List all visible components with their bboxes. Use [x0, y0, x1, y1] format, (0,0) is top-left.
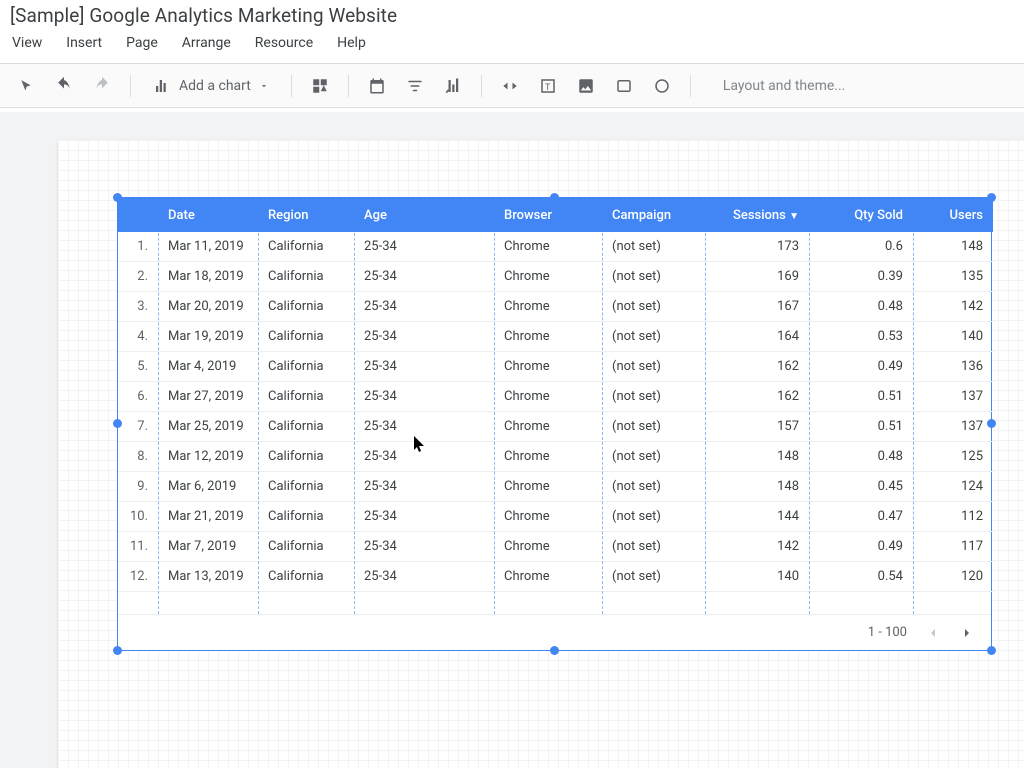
column-header-sessions[interactable]: Sessions ▼	[705, 198, 809, 232]
toolbar: Add a chart T Layout and theme...	[0, 64, 1024, 108]
column-header-campaign[interactable]: Campaign	[602, 198, 705, 232]
pager-range: 1 - 100	[868, 625, 907, 640]
table-row[interactable]: 7.Mar 25, 2019California25-34Chrome(not …	[118, 412, 993, 442]
menu-item-arrange[interactable]: Arrange	[170, 33, 243, 53]
table-row[interactable]: 10.Mar 21, 2019California25-34Chrome(not…	[118, 502, 993, 532]
selection-handle[interactable]	[987, 646, 996, 655]
table-row[interactable]: 8.Mar 12, 2019California25-34Chrome(not …	[118, 442, 993, 472]
menu-item-resource[interactable]: Resource	[243, 33, 325, 53]
data-control-icon[interactable]	[437, 70, 469, 102]
date-range-icon[interactable]	[361, 70, 393, 102]
redo-icon[interactable]	[86, 70, 118, 102]
text-icon[interactable]: T	[532, 70, 564, 102]
selection-handle[interactable]	[987, 419, 996, 428]
table-row[interactable]: 1.Mar 11, 2019California25-34Chrome(not …	[118, 232, 993, 262]
column-resize-handle[interactable]	[494, 198, 495, 614]
column-header-qty_sold[interactable]: Qty Sold	[809, 198, 913, 232]
circle-icon[interactable]	[646, 70, 678, 102]
table-row[interactable]: 9.Mar 6, 2019California25-34Chrome(not s…	[118, 472, 993, 502]
column-header-date[interactable]: Date	[158, 198, 258, 232]
app-title[interactable]: [Sample] Google Analytics Marketing Webs…	[0, 0, 1024, 29]
column-resize-handle[interactable]	[354, 198, 355, 614]
column-resize-handle[interactable]	[705, 198, 706, 614]
community-visualizations-icon[interactable]	[304, 70, 336, 102]
column-header-users[interactable]: Users	[913, 198, 993, 232]
column-resize-handle[interactable]	[158, 198, 159, 614]
column-resize-handle[interactable]	[258, 198, 259, 614]
svg-text:T: T	[545, 82, 551, 92]
toolbar-separator	[130, 75, 131, 97]
toolbar-separator	[481, 75, 482, 97]
menu-item-page[interactable]: Page	[114, 33, 170, 53]
table-row[interactable]: 5.Mar 4, 2019California25-34Chrome(not s…	[118, 352, 993, 382]
selection-handle[interactable]	[113, 193, 122, 202]
toolbar-separator	[348, 75, 349, 97]
table-row[interactable]: 12.Mar 13, 2019California25-34Chrome(not…	[118, 562, 993, 592]
column-header-rownum[interactable]	[118, 198, 158, 232]
menu-item-view[interactable]: View	[0, 33, 54, 53]
column-header-browser[interactable]: Browser	[494, 198, 602, 232]
url-embed-icon[interactable]	[494, 70, 526, 102]
filter-control-icon[interactable]	[399, 70, 431, 102]
layout-theme-button[interactable]: Layout and theme...	[723, 78, 846, 94]
table-row[interactable]: 2.Mar 18, 2019California25-34Chrome(not …	[118, 262, 993, 292]
toolbar-separator	[291, 75, 292, 97]
data-table: DateRegionAgeBrowserCampaignSessions ▼Qt…	[118, 198, 993, 592]
menu-item-insert[interactable]: Insert	[54, 33, 114, 53]
pager-prev-icon[interactable]	[925, 625, 941, 641]
table-row[interactable]: 6.Mar 27, 2019California25-34Chrome(not …	[118, 382, 993, 412]
column-resize-handle[interactable]	[602, 198, 603, 614]
image-icon[interactable]	[570, 70, 602, 102]
chevron-down-icon	[259, 81, 269, 91]
table-row[interactable]: 11.Mar 7, 2019California25-34Chrome(not …	[118, 532, 993, 562]
column-resize-handle[interactable]	[809, 198, 810, 614]
selection-handle[interactable]	[113, 419, 122, 428]
toolbar-separator	[690, 75, 691, 97]
table-chart[interactable]: DateRegionAgeBrowserCampaignSessions ▼Qt…	[117, 197, 992, 651]
table-row[interactable]: 4.Mar 19, 2019California25-34Chrome(not …	[118, 322, 993, 352]
column-header-age[interactable]: Age	[354, 198, 494, 232]
undo-icon[interactable]	[48, 70, 80, 102]
select-tool-icon[interactable]	[10, 70, 42, 102]
canvas-area: DateRegionAgeBrowserCampaignSessions ▼Qt…	[0, 112, 1024, 768]
menu-item-help[interactable]: Help	[325, 33, 378, 53]
report-canvas[interactable]: DateRegionAgeBrowserCampaignSessions ▼Qt…	[58, 140, 1024, 768]
selection-handle[interactable]	[987, 193, 996, 202]
selection-handle[interactable]	[550, 646, 559, 655]
column-resize-handle[interactable]	[913, 198, 914, 614]
add-chart-label: Add a chart	[179, 78, 251, 94]
pager: 1 - 100	[118, 614, 991, 650]
selection-handle[interactable]	[113, 646, 122, 655]
table-row[interactable]: 3.Mar 20, 2019California25-34Chrome(not …	[118, 292, 993, 322]
add-chart-button[interactable]: Add a chart	[143, 77, 279, 95]
menubar: ViewInsertPageArrangeResourceHelp	[0, 29, 1024, 64]
rectangle-icon[interactable]	[608, 70, 640, 102]
pager-next-icon[interactable]	[959, 625, 975, 641]
column-header-region[interactable]: Region	[258, 198, 354, 232]
selection-handle[interactable]	[550, 193, 559, 202]
